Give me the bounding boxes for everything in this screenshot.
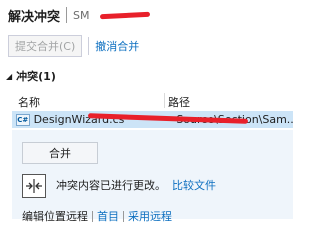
conflict-detail-panel: 合并 冲突内容已进行更改。 比较文件 编辑位置 远程 首目 采用远程	[12, 130, 293, 223]
toolbar: 提交合并(C) 撤消合并	[0, 33, 293, 59]
title-divider	[66, 7, 68, 23]
detail-bottom-bar: 编辑位置 远程 首目 采用远程	[22, 208, 172, 224]
take-remote-link[interactable]: 采用远程	[128, 208, 172, 224]
csharp-file-icon: C#	[16, 113, 30, 126]
first-item-link[interactable]: 首目	[97, 208, 119, 224]
collapse-triangle-icon[interactable]: ◢	[6, 72, 12, 81]
column-divider[interactable]	[164, 93, 165, 108]
merge-arrows-icon	[22, 174, 46, 198]
bottom-divider	[92, 210, 93, 222]
conflicts-section-header[interactable]: ◢ 冲突(1)	[6, 68, 56, 84]
page-title: 解决冲突	[8, 9, 61, 25]
branch-name: SM	[73, 8, 90, 22]
conflicts-section-label: 冲突(1)	[16, 70, 56, 83]
column-header-path[interactable]: 路径	[168, 94, 190, 110]
conflict-message-text: 冲突内容已进行更改。	[56, 179, 166, 192]
compare-files-link[interactable]: 比较文件	[172, 179, 216, 192]
abort-merge-link[interactable]: 撤消合并	[95, 38, 139, 54]
remote-label: 远程	[66, 210, 88, 223]
column-header-name[interactable]: 名称	[18, 94, 40, 110]
bottom-divider	[123, 210, 124, 222]
toolbar-divider	[88, 37, 90, 55]
commit-merge-button[interactable]: 提交合并(C)	[8, 35, 83, 57]
edit-location-label: 编辑位置	[22, 210, 66, 223]
conflict-message: 冲突内容已进行更改。 比较文件	[56, 177, 216, 193]
merge-button[interactable]: 合并	[22, 142, 98, 164]
